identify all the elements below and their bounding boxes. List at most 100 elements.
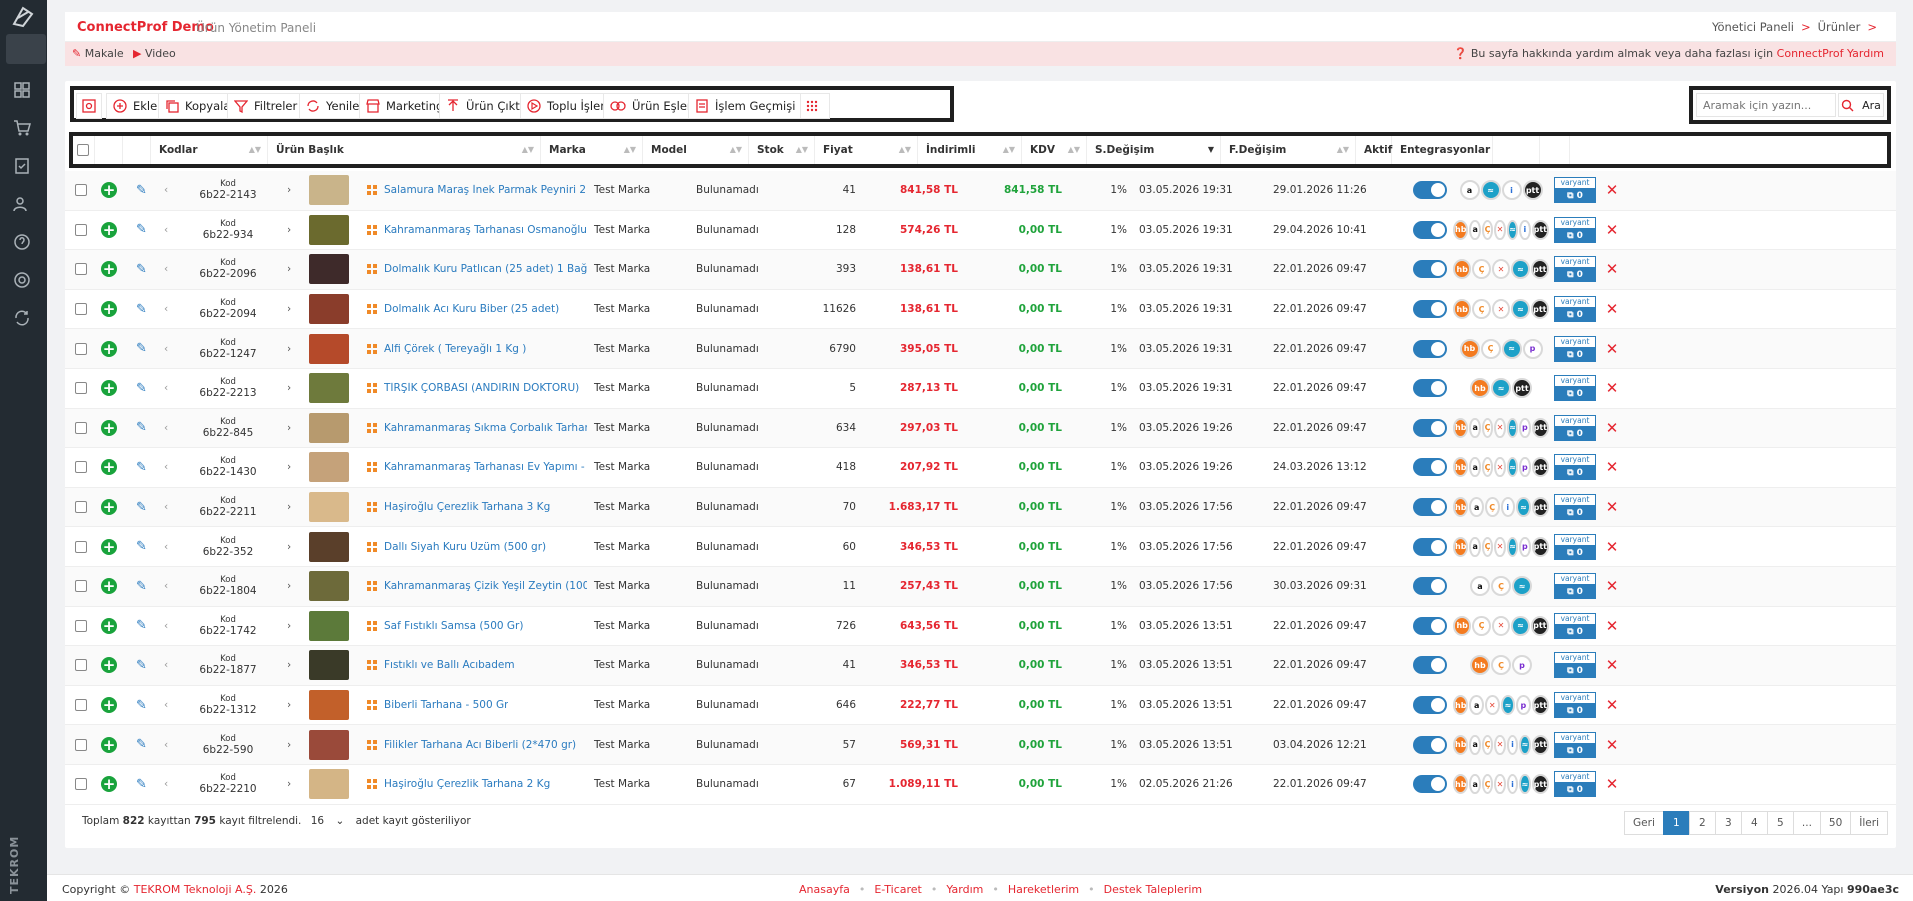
- edit-icon[interactable]: ✎: [136, 765, 152, 804]
- table-row[interactable]: + ✎ ‹ Kod 6b22-352 › Dallı Siyah Kuru Üzü…: [65, 527, 1896, 567]
- add-button[interactable]: Ekle: [106, 93, 165, 119]
- product-thumbnail[interactable]: [309, 373, 349, 404]
- target-icon[interactable]: [12, 270, 32, 290]
- cart-icon[interactable]: [12, 118, 32, 138]
- user-avatar[interactable]: [6, 34, 46, 64]
- ciceksepeti-icon[interactable]: Ç: [1481, 734, 1494, 755]
- header-vat[interactable]: KDV ▲▼: [1022, 136, 1087, 164]
- amazon-icon[interactable]: a: [1459, 180, 1480, 201]
- next-code-icon[interactable]: ›: [287, 646, 297, 685]
- delete-icon[interactable]: ✕: [1601, 527, 1623, 566]
- variant-badge[interactable]: varyant ⧉ 0: [1553, 329, 1597, 368]
- edit-icon[interactable]: ✎: [136, 250, 152, 289]
- pager-page[interactable]: 1: [1662, 811, 1690, 835]
- product-thumbnail[interactable]: [309, 175, 349, 206]
- active-toggle[interactable]: [1413, 498, 1447, 517]
- ciceksepeti-icon[interactable]: Ç: [1472, 299, 1491, 320]
- nvidia-icon[interactable]: ≈: [1506, 417, 1519, 438]
- variant-badge[interactable]: varyant ⧉ 0: [1553, 527, 1597, 566]
- delete-icon[interactable]: ✕: [1601, 765, 1623, 804]
- header-discount[interactable]: İndirimli ▲▼: [918, 136, 1022, 164]
- add-child-button[interactable]: +: [101, 380, 117, 397]
- add-child-button[interactable]: +: [101, 182, 117, 199]
- prev-code-icon[interactable]: ‹: [164, 646, 174, 685]
- pttavm-icon[interactable]: ptt: [1530, 259, 1550, 280]
- pager-next[interactable]: İleri: [1850, 811, 1888, 835]
- hepsiburada-icon[interactable]: hb: [1453, 457, 1469, 478]
- row-checkbox[interactable]: [75, 382, 87, 395]
- xs-icon[interactable]: ✕: [1491, 299, 1511, 320]
- variant-badge[interactable]: varyant ⧉ 0: [1553, 290, 1597, 329]
- header-brand[interactable]: Marka ▲▼: [541, 136, 643, 164]
- pager-page[interactable]: 4: [1740, 811, 1768, 835]
- next-code-icon[interactable]: ›: [287, 527, 297, 566]
- hepsiburada-icon[interactable]: hb: [1453, 417, 1469, 438]
- pazarama-icon[interactable]: p: [1519, 417, 1531, 438]
- next-code-icon[interactable]: ›: [287, 567, 297, 606]
- ciceksepeti-icon[interactable]: Ç: [1491, 655, 1511, 676]
- hepsiburada-icon[interactable]: hb: [1453, 497, 1469, 518]
- edit-icon[interactable]: ✎: [136, 409, 152, 448]
- help-link[interactable]: ConnectProf Yardım: [1777, 47, 1884, 60]
- ijk-icon[interactable]: i: [1500, 497, 1516, 518]
- pttavm-icon[interactable]: ptt: [1512, 378, 1532, 399]
- product-title[interactable]: Alfi Çörek ( Tereyağlı 1 Kg ): [384, 343, 526, 355]
- users-icon[interactable]: [12, 194, 32, 214]
- product-thumbnail[interactable]: [309, 412, 349, 443]
- table-row[interactable]: + ✎ ‹ Kod 6b22-1804 › Kahramanmaraş Çizik…: [65, 567, 1896, 607]
- active-toggle[interactable]: [1413, 260, 1447, 279]
- search-input[interactable]: [1696, 93, 1836, 117]
- add-child-button[interactable]: +: [101, 657, 117, 674]
- pttavm-icon[interactable]: ptt: [1522, 180, 1543, 201]
- pttavm-icon[interactable]: ptt: [1530, 299, 1550, 320]
- xs-icon[interactable]: ✕: [1494, 417, 1506, 438]
- amazon-icon[interactable]: a: [1469, 457, 1481, 478]
- edit-icon[interactable]: ✎: [136, 488, 152, 527]
- sort-icon[interactable]: ▲▼: [730, 136, 742, 164]
- ciceksepeti-icon[interactable]: Ç: [1481, 457, 1494, 478]
- row-checkbox[interactable]: [75, 303, 87, 316]
- ciceksepeti-icon[interactable]: Ç: [1481, 219, 1494, 240]
- edit-icon[interactable]: ✎: [136, 171, 152, 210]
- nvidia-icon[interactable]: ≈: [1501, 338, 1522, 359]
- product-title[interactable]: Fıstıklı ve Ballı Acıbadem: [384, 659, 515, 671]
- edit-icon[interactable]: ✎: [136, 567, 152, 606]
- footer-link-support[interactable]: Destek Taleplerim: [1104, 883, 1202, 896]
- edit-icon[interactable]: ✎: [136, 646, 152, 685]
- amazon-icon[interactable]: a: [1469, 734, 1481, 755]
- active-toggle[interactable]: [1413, 696, 1447, 715]
- marketing-button[interactable]: Marketing: [359, 93, 451, 119]
- pttavm-icon[interactable]: ptt: [1531, 536, 1549, 557]
- pttavm-icon[interactable]: ptt: [1531, 497, 1549, 518]
- pazarama-icon[interactable]: p: [1512, 655, 1532, 676]
- add-child-button[interactable]: +: [101, 617, 117, 634]
- product-thumbnail[interactable]: [309, 492, 349, 523]
- variant-badge[interactable]: varyant ⧉ 0: [1553, 171, 1597, 210]
- variant-badge[interactable]: varyant ⧉ 0: [1553, 448, 1597, 487]
- ciceksepeti-icon[interactable]: Ç: [1472, 259, 1491, 280]
- product-title[interactable]: Salamura Maraş İnek Parmak Peyniri 2 kg: [384, 184, 587, 196]
- pazarama-icon[interactable]: p: [1516, 695, 1531, 716]
- header-s-change[interactable]: S.Değişim ▼: [1087, 136, 1221, 164]
- variant-badge[interactable]: varyant ⧉ 0: [1553, 488, 1597, 527]
- add-child-button[interactable]: +: [101, 499, 117, 516]
- select-all-checkbox[interactable]: [77, 144, 89, 156]
- pager-prev[interactable]: Geri: [1624, 811, 1664, 835]
- pttavm-icon[interactable]: ptt: [1531, 457, 1549, 478]
- sort-icon[interactable]: ▲▼: [796, 136, 808, 164]
- prev-code-icon[interactable]: ‹: [164, 765, 174, 804]
- product-thumbnail[interactable]: [309, 531, 349, 562]
- row-checkbox[interactable]: [75, 738, 87, 751]
- prev-code-icon[interactable]: ‹: [164, 369, 174, 408]
- active-toggle[interactable]: [1413, 775, 1447, 794]
- row-checkbox[interactable]: [75, 263, 87, 276]
- pttavm-icon[interactable]: ptt: [1531, 695, 1549, 716]
- edit-icon[interactable]: ✎: [136, 607, 152, 646]
- pttavm-icon[interactable]: ptt: [1531, 219, 1549, 240]
- prev-code-icon[interactable]: ‹: [164, 686, 174, 725]
- footer-link-ecommerce[interactable]: E-Ticaret: [874, 883, 922, 896]
- ciceksepeti-icon[interactable]: Ç: [1472, 615, 1491, 636]
- delete-icon[interactable]: ✕: [1601, 448, 1623, 487]
- delete-icon[interactable]: ✕: [1601, 329, 1623, 368]
- ijk-icon[interactable]: i: [1506, 734, 1519, 755]
